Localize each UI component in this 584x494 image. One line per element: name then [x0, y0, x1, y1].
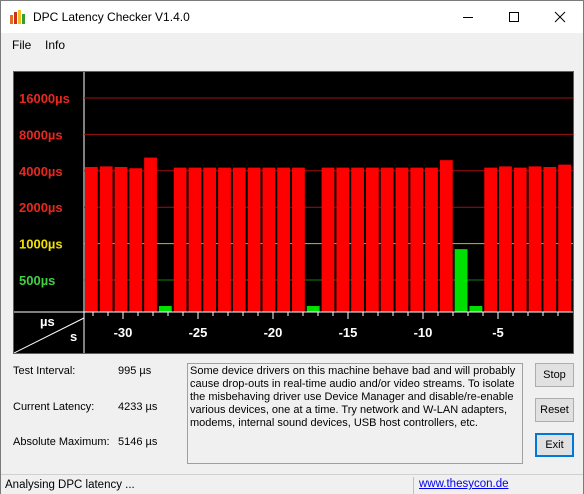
menu-file[interactable]: File	[12, 38, 31, 52]
menu-bar: File Info	[1, 35, 583, 57]
maximize-icon	[509, 12, 519, 22]
latency-chart: 16000µs 8000µs 4000µs 2000µs 1000µs 500µs µs s -…	[13, 71, 574, 354]
menu-info[interactable]: Info	[45, 38, 65, 52]
latency-bar	[262, 167, 276, 312]
latency-chart-svg: 16000µs 8000µs 4000µs 2000µs 1000µs 500µs µss -…	[14, 72, 573, 353]
latency-bar	[292, 167, 305, 312]
latency-bar	[321, 167, 335, 312]
x-tick-label: -30	[114, 325, 133, 340]
status-bar: Analysing DPC latency ... www.thesycon.d…	[1, 474, 583, 494]
latency-bar	[469, 306, 483, 312]
reset-button[interactable]: Reset	[535, 398, 574, 422]
status-text: Analysing DPC latency ...	[1, 477, 414, 494]
absolute-maximum-label: Absolute Maximum:	[13, 436, 110, 448]
latency-bar	[351, 167, 364, 312]
latency-bar	[247, 167, 261, 312]
latency-bar	[218, 167, 231, 312]
latency-bar	[543, 167, 557, 312]
app-icon	[10, 10, 25, 24]
x-tick-label: -10	[414, 325, 433, 340]
latency-bar	[365, 167, 379, 312]
latency-bar	[395, 167, 409, 312]
minimize-button[interactable]	[445, 1, 491, 33]
latency-bar	[114, 167, 128, 312]
x-tick-label: -25	[189, 325, 208, 340]
stop-button[interactable]: Stop	[535, 363, 574, 387]
title-bar[interactable]: DPC Latency Checker V1.4.0	[1, 1, 583, 33]
current-latency-value: 4233 µs	[118, 401, 158, 413]
latency-bar	[454, 249, 468, 312]
latency-bar	[173, 167, 187, 312]
latency-bar	[188, 167, 202, 312]
corner-label-s: s	[70, 329, 77, 344]
y-tick-label: 8000µs	[19, 127, 63, 142]
website-link[interactable]: www.thesycon.de	[419, 478, 509, 490]
latency-bar	[484, 167, 498, 312]
exit-button[interactable]: Exit	[535, 433, 574, 457]
latency-bar	[380, 167, 394, 312]
latency-bar	[513, 167, 527, 312]
latency-bar	[158, 306, 172, 312]
y-tick-label: 1000µs	[19, 237, 63, 252]
close-icon	[554, 11, 566, 23]
latency-bar	[439, 160, 453, 312]
latency-bar	[85, 167, 98, 312]
latency-bar	[306, 306, 320, 312]
test-interval-value: 995 µs	[118, 365, 152, 377]
minimize-icon	[463, 17, 473, 18]
latency-bar	[99, 166, 113, 312]
x-tick-label: -15	[339, 325, 358, 340]
maximize-button[interactable]	[491, 1, 537, 33]
y-tick-label: 500µs	[19, 273, 55, 288]
latency-bar	[425, 167, 438, 312]
x-tick-label: -5	[492, 325, 504, 340]
corner-label-us: µs	[40, 314, 55, 329]
y-tick-label: 4000µs	[19, 164, 63, 179]
latency-bar	[528, 166, 542, 312]
y-tick-label: 16000µs	[19, 91, 70, 106]
window-title: DPC Latency Checker V1.4.0	[33, 10, 190, 24]
latency-bar	[232, 167, 246, 312]
latency-bar	[129, 168, 143, 312]
latency-bar	[558, 164, 571, 312]
latency-bar	[499, 166, 512, 312]
test-interval-label: Test Interval:	[13, 365, 76, 377]
latency-bar	[410, 167, 424, 312]
diagnostic-message: Some device drivers on this machine beha…	[187, 363, 523, 464]
current-latency-label: Current Latency:	[13, 401, 95, 413]
y-tick-label: 2000µs	[19, 200, 63, 215]
x-tick-label: -20	[264, 325, 283, 340]
close-button[interactable]	[537, 1, 583, 33]
absolute-maximum-value: 5146 µs	[118, 436, 158, 448]
app-window: DPC Latency Checker V1.4.0 File Info 160…	[0, 0, 584, 494]
latency-bar	[203, 167, 217, 312]
latency-bar	[277, 167, 291, 312]
latency-bar	[336, 167, 350, 312]
latency-bar	[144, 157, 157, 312]
